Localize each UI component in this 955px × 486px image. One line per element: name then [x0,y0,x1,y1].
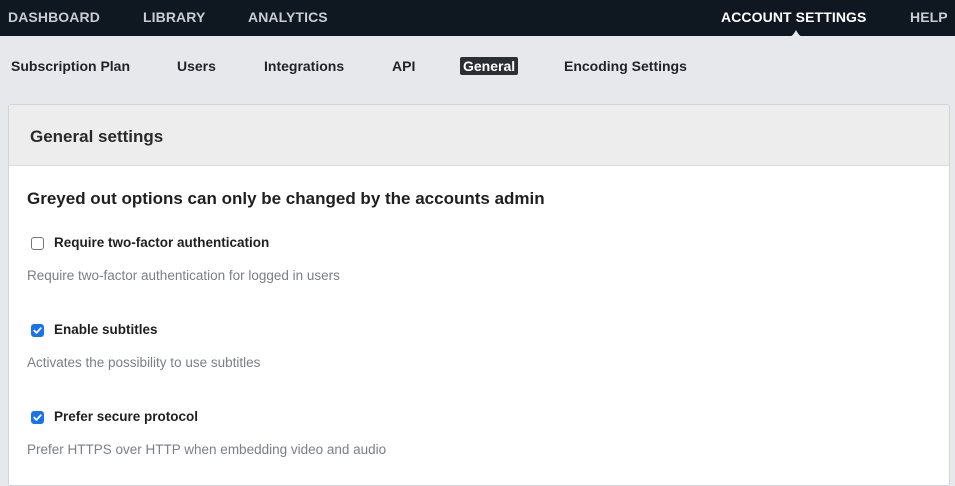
nav-item-help[interactable]: HELP [910,9,948,25]
prefer-secure-protocol-description: Prefer HTTPS over HTTP when embedding vi… [27,442,387,457]
enable-subtitles-label[interactable]: Enable subtitles [54,322,158,337]
nav-item-dashboard[interactable]: DASHBOARD [8,9,100,25]
prefer-secure-protocol-label[interactable]: Prefer secure protocol [54,409,198,424]
nav-item-library[interactable]: LIBRARY [143,9,205,25]
panel-title: General settings [30,127,164,146]
prefer-secure-protocol-checkbox[interactable] [31,411,44,424]
two-factor-checkbox[interactable] [31,237,44,250]
top-navigation-bar: DASHBOARD LIBRARY ANALYTICS ACCOUNT SETT… [0,0,955,38]
two-factor-label[interactable]: Require two-factor authentication [54,235,269,250]
enable-subtitles-description: Activates the possibility to use subtitl… [27,355,261,370]
tab-subscription-plan[interactable]: Subscription Plan [11,58,130,74]
tab-api[interactable]: API [392,58,415,74]
settings-tab-bar: Subscription Plan Users Integrations API… [0,36,955,104]
nav-item-analytics[interactable]: ANALYTICS [248,9,328,25]
nav-item-account-settings[interactable]: ACCOUNT SETTINGS [721,9,867,25]
tab-encoding-settings[interactable]: Encoding Settings [564,58,687,74]
tab-users[interactable]: Users [177,58,216,74]
tab-general[interactable]: General [460,57,519,75]
checkmark-icon [33,414,42,421]
enable-subtitles-checkbox[interactable] [31,324,44,337]
tab-integrations[interactable]: Integrations [264,58,344,74]
two-factor-description: Require two-factor authentication for lo… [27,268,340,283]
general-settings-panel: General settings Greyed out options can … [8,104,950,486]
admin-notice: Greyed out options can only be changed b… [27,189,545,208]
checkmark-icon [33,327,42,334]
